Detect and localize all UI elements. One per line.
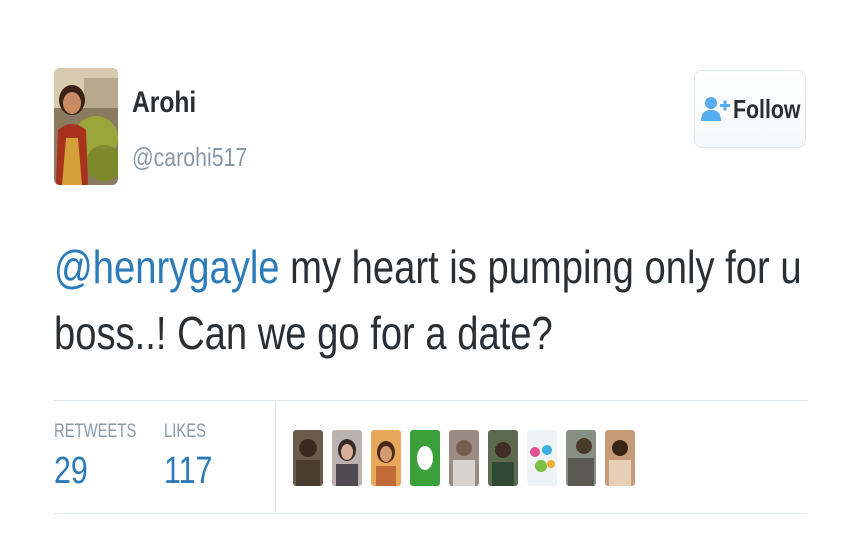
liker-avatar[interactable] [488,430,518,486]
tweet-text-line-1-rest: my heart is pumping only for u [279,241,802,293]
stats-separator [275,402,276,512]
add-user-icon [701,96,731,122]
likes-label[interactable]: LIKES [164,421,206,443]
likers-avatar-list [293,430,644,486]
mention-link[interactable]: @henrygayle [54,241,280,293]
tweet-text: @henrygayle my heart is pumping only for… [54,234,802,366]
divider [54,513,808,514]
tweet-card: Arohi @carohi517 Follow @henrygayle my h… [0,0,850,550]
retweets-label[interactable]: RETWEETS [54,421,136,443]
tweet-text-line-2: boss..! Can we go for a date? [54,307,553,359]
liker-avatar[interactable] [410,430,440,486]
retweets-count[interactable]: 29 [54,450,88,493]
liker-avatar[interactable] [605,430,635,486]
follow-button-label: Follow [733,93,801,124]
liker-avatar[interactable] [371,430,401,486]
liker-avatar[interactable] [293,430,323,486]
likes-count[interactable]: 117 [164,450,212,493]
liker-avatar[interactable] [566,430,596,486]
divider [54,400,808,401]
liker-avatar[interactable] [527,430,557,486]
liker-avatar[interactable] [332,430,362,486]
user-display-name[interactable]: Arohi [132,86,196,120]
user-handle[interactable]: @carohi517 [132,142,247,173]
profile-avatar[interactable] [54,68,118,185]
follow-button[interactable]: Follow [694,70,806,148]
tweet-text-line-1: @henrygayle my heart is pumping only for… [54,234,802,300]
liker-avatar[interactable] [449,430,479,486]
